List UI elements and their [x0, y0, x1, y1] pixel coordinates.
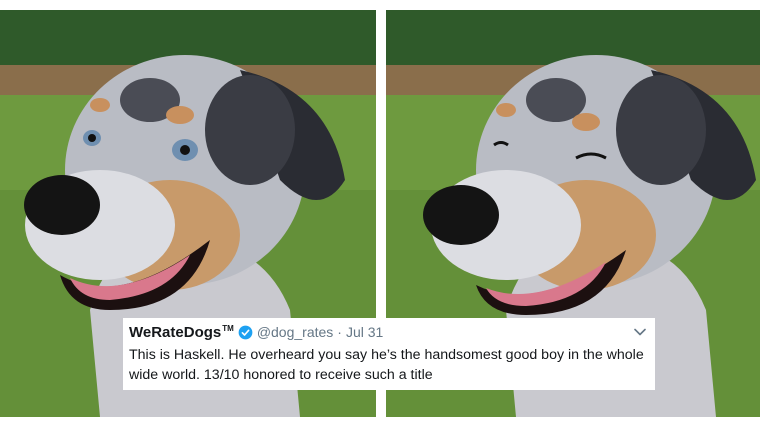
verified-badge-icon [238, 325, 253, 340]
tweet-handle[interactable]: @dog_rates [257, 324, 333, 340]
chevron-down-icon[interactable] [633, 325, 647, 339]
tweet-card: WeRateDogsTM @dog_rates · Jul 31 This is… [123, 318, 655, 390]
tweet-text: This is Haskell. He overheard you say he… [129, 347, 644, 383]
tweet-separator: · [337, 324, 342, 340]
tweet-header: WeRateDogsTM @dog_rates · Jul 31 [129, 321, 647, 343]
tweet-author-name[interactable]: WeRateDogsTM [129, 324, 234, 341]
tweet-display-name[interactable]: WeRateDogs [129, 324, 221, 341]
tweet-date[interactable]: Jul 31 [346, 324, 383, 340]
trademark-mark: TM [222, 323, 234, 333]
